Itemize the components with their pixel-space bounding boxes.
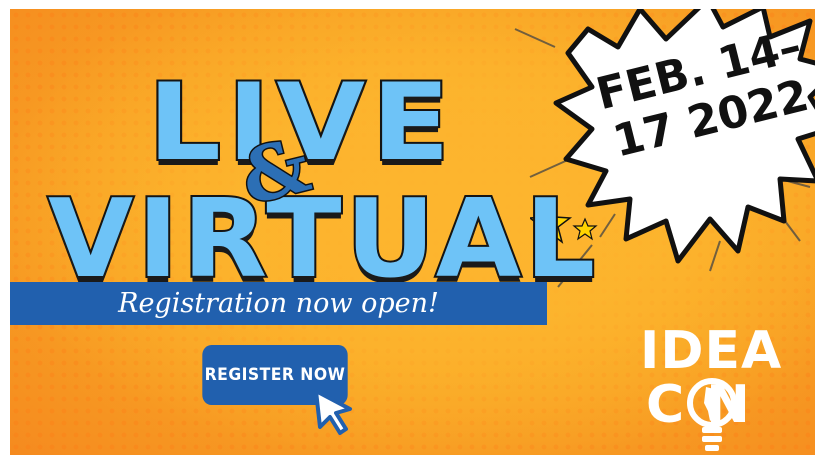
lightbulb-icon: [687, 378, 737, 451]
registration-text: Registration now open!: [118, 288, 439, 319]
logo-text-top: IDEA: [640, 321, 783, 381]
promo-banner: FEB. 14– 17 2022 LIVE VIRTUAL & Registra…: [10, 9, 815, 455]
registration-banner: Registration now open!: [10, 282, 547, 325]
cursor-arrow-icon: [314, 389, 352, 435]
ideacon-logo: IDEA C N: [630, 321, 810, 455]
